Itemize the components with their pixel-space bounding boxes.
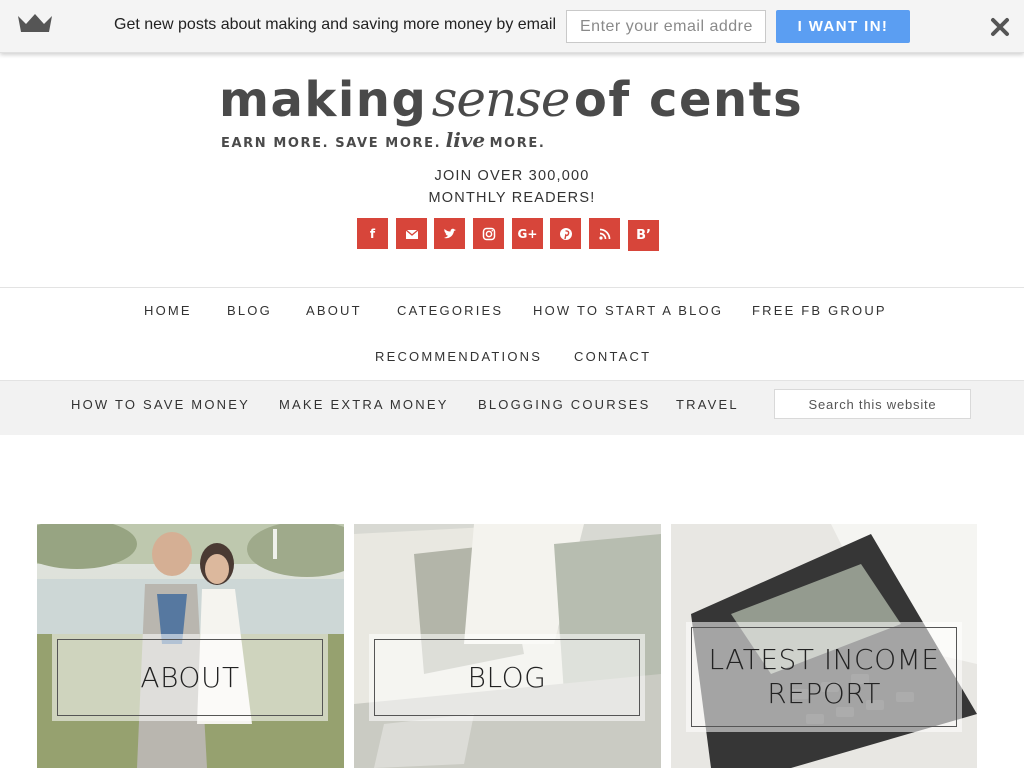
- nav-start-blog[interactable]: How to Start a Blog: [533, 303, 723, 318]
- nav-recommendations[interactable]: Recommendations: [375, 349, 542, 364]
- google-plus-icon[interactable]: G+: [512, 218, 543, 249]
- tile-blog[interactable]: BLOG: [354, 524, 661, 768]
- email-icon[interactable]: [396, 218, 427, 249]
- tagline-live: live: [445, 128, 486, 152]
- optin-text: Get new posts about making and saving mo…: [114, 16, 557, 33]
- tile-blog-label: BLOG: [369, 634, 645, 721]
- bloglovin-glyph: B’: [636, 228, 651, 243]
- facebook-icon[interactable]: f: [357, 218, 388, 249]
- tagline-part2: MORE.: [489, 136, 546, 151]
- subnav-blogging-courses[interactable]: Blogging Courses: [478, 397, 650, 412]
- twitter-icon[interactable]: [434, 218, 465, 249]
- search-input[interactable]: [774, 389, 971, 419]
- tagline-part1: EARN MORE. SAVE MORE.: [221, 136, 442, 151]
- tile-about-label: ABOUT: [52, 634, 328, 721]
- tile-about-title: ABOUT: [140, 660, 240, 694]
- pinterest-icon[interactable]: [550, 218, 581, 249]
- logo-word-of-cents: of cents: [573, 72, 804, 128]
- logo-word-making: making: [219, 72, 428, 128]
- nav-about[interactable]: About: [306, 303, 362, 318]
- logo-word-sense: sense: [431, 70, 571, 128]
- tile-about[interactable]: ABOUT: [37, 524, 344, 768]
- crown-icon: [18, 14, 52, 32]
- logo-tagline: EARN MORE. SAVE MORE. live MORE.: [221, 128, 545, 152]
- tile-income-title: LATEST INCOME REPORT: [709, 643, 940, 711]
- close-icon[interactable]: [989, 16, 1011, 38]
- instagram-icon[interactable]: [473, 218, 504, 249]
- subnav-extra-money[interactable]: Make Extra Money: [279, 397, 449, 412]
- tile-blog-title: BLOG: [467, 660, 547, 694]
- optin-bar: Get new posts about making and saving mo…: [0, 0, 1024, 53]
- tile-income-report[interactable]: LATEST INCOME REPORT: [671, 524, 977, 768]
- nav-categories[interactable]: Categories: [397, 303, 503, 318]
- nav-fb-group[interactable]: Free FB Group: [752, 303, 887, 318]
- tile-income-title-line2: REPORT: [767, 677, 881, 710]
- tile-income-label: LATEST INCOME REPORT: [686, 622, 962, 732]
- readers-line2: MONTHLY READERS!: [428, 190, 596, 206]
- bloglovin-icon[interactable]: B’: [628, 220, 659, 251]
- facebook-glyph: f: [369, 226, 376, 241]
- subnav-save-money[interactable]: How to Save Money: [71, 397, 250, 412]
- google-plus-glyph: G+: [517, 226, 538, 241]
- rss-icon[interactable]: [589, 218, 620, 249]
- secondary-nav: How to Save Money Make Extra Money Blogg…: [0, 380, 1024, 435]
- site-logo[interactable]: making sense of cents: [219, 70, 819, 132]
- nav-contact[interactable]: Contact: [574, 349, 651, 364]
- tile-income-title-line1: LATEST INCOME: [708, 643, 940, 676]
- nav-blog[interactable]: Blog: [227, 303, 272, 318]
- email-input[interactable]: [566, 10, 766, 43]
- readers-line1: JOIN OVER 300,000: [434, 168, 590, 184]
- nav-home[interactable]: Home: [144, 303, 192, 318]
- subnav-travel[interactable]: Travel: [676, 397, 739, 412]
- nav-divider: [0, 287, 1024, 288]
- i-want-in-button[interactable]: I WANT IN!: [776, 10, 910, 43]
